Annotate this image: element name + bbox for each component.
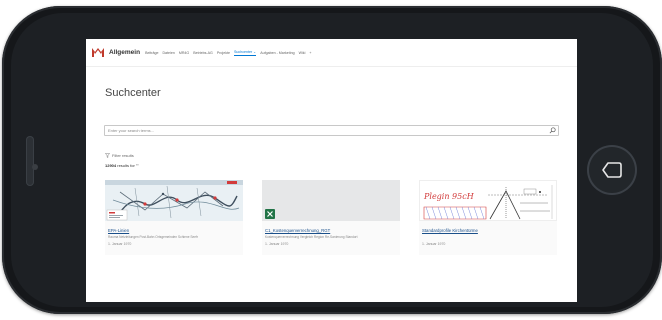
result-date: 1. Januar 1970 [422,242,446,246]
result-thumbnail-map [105,180,243,221]
nav-item-mr4g[interactable]: MR4G [179,51,189,55]
result-description: Kostenquerverrechnung Vergleich Region R… [265,235,358,239]
nav-item-dateien[interactable]: Dateien [162,51,174,55]
handwritten-note: Plegin 95cH [423,192,475,201]
filter-label: Filter results [112,153,134,158]
result-card[interactable]: Plegin 95cH Standardprofile Kirchentürme… [419,180,557,255]
site-logo-icon [92,48,104,57]
result-description: Rauma Netzleitungen Post-Bahn Ortsgemein… [108,235,199,239]
nav-item-wiki[interactable]: Wiki [299,51,306,55]
top-navigation: Allgemein Beiträge Dateien MR4G Betriebs… [86,39,577,67]
search-input[interactable]: Enter your search terms... [104,125,559,136]
result-thumbnail-excel [262,180,400,221]
result-date: 1. Januar 1970 [265,242,289,246]
result-card[interactable]: EPA-Linien Rauma Netzleitungen Post-Bahn… [105,180,243,255]
result-title-link[interactable]: C1_Kostenquerverrechnung_RGT [265,228,330,233]
screen: Allgemein Beiträge Dateien MR4G Betriebs… [86,39,577,302]
nav-item-aufgaben-marketing[interactable]: Aufgaben - Marketing [260,51,294,55]
result-title-link[interactable]: Standardprofile Kirchentürme [422,228,478,233]
result-thumbnail-sketch: Plegin 95cH [419,180,557,221]
filter-results[interactable]: Filter results [105,153,134,158]
phone-speaker [26,136,34,186]
nav-item-beitraege[interactable]: Beiträge [145,51,158,55]
result-title-link[interactable]: EPA-Linien [108,228,129,233]
phone-camera [32,164,38,170]
home-button[interactable] [587,145,637,195]
results-count: 12904 results for "" [105,163,139,168]
result-card[interactable]: C1_Kostenquerverrechnung_RGT Kostenquerv… [262,180,400,255]
filter-icon [105,153,110,158]
search-placeholder: Enter your search terms... [108,128,155,133]
site-title[interactable]: Allgemein [109,49,140,56]
results-number: 12904 [105,163,117,168]
page-title: Suchcenter [105,87,161,99]
nav-item-betriebs-ag[interactable]: Betriebs-AG [193,51,213,55]
back-icon [602,162,622,178]
nav-item-suchcenter[interactable]: Suchcenter ⌄ [234,50,257,56]
nav-add-button[interactable]: + [309,51,311,55]
result-date: 1. Januar 1970 [108,242,132,246]
phone-frame: Allgemein Beiträge Dateien MR4G Betriebs… [2,6,662,314]
search-icon[interactable] [549,127,556,134]
nav-item-projekte[interactable]: Projekte [217,51,230,55]
results-suffix: results for "" [116,163,139,168]
